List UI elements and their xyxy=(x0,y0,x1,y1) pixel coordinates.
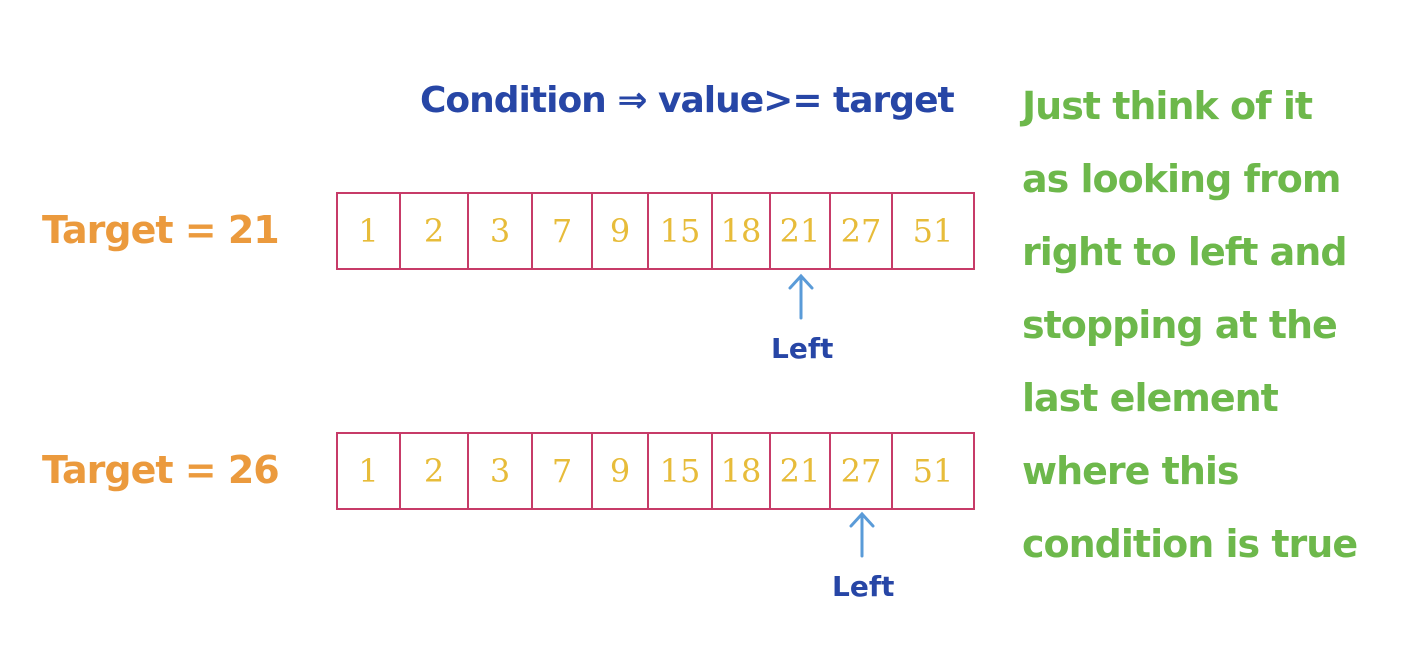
array-cell: 3 xyxy=(469,434,533,508)
target-label-2: Target = 26 xyxy=(42,448,280,492)
array-cell: 21 xyxy=(771,194,831,268)
note-line: Just think of it xyxy=(1022,84,1313,128)
array-cell: 51 xyxy=(912,452,954,490)
note-line: where this xyxy=(1022,449,1240,493)
array-cell: 9 xyxy=(593,434,649,508)
array-cell: 2 xyxy=(401,434,469,508)
array-cell: 21 xyxy=(771,434,831,508)
up-arrow-icon xyxy=(849,511,875,558)
array-2: 1 2 3 7 9 15 18 21 27 51 xyxy=(336,432,975,510)
explanation-note: Just think of it as looking from right to … xyxy=(1022,70,1358,581)
pointer-label: Left xyxy=(771,332,834,365)
array-cell: 1 xyxy=(338,194,401,268)
note-line: right to left and xyxy=(1022,230,1348,274)
array-1: 1 2 3 7 9 15 18 21 27 51 xyxy=(336,192,975,270)
up-arrow-icon xyxy=(788,273,814,320)
array-cell: 2 xyxy=(401,194,469,268)
array-cell: 18 xyxy=(713,434,771,508)
left-pointer-1: Left xyxy=(771,272,834,365)
array-cell: 27 xyxy=(831,194,893,268)
target-label-1: Target = 21 xyxy=(42,208,280,252)
array-cell: 1 xyxy=(338,434,401,508)
array-cell: 9 xyxy=(593,194,649,268)
array-cell: 15 xyxy=(649,194,713,268)
note-line: as looking from xyxy=(1022,157,1341,201)
note-line: condition is true xyxy=(1022,522,1358,566)
array-cell: 18 xyxy=(713,194,771,268)
note-line: stopping at the xyxy=(1022,303,1338,347)
array-cell: 3 xyxy=(469,194,533,268)
condition-title: Condition ⇒ value>= target xyxy=(420,80,955,121)
array-cell: 15 xyxy=(649,434,713,508)
left-pointer-2: Left xyxy=(832,510,895,603)
array-cell: 27 xyxy=(831,434,893,508)
array-cell: 7 xyxy=(533,434,593,508)
array-cell: 7 xyxy=(533,194,593,268)
array-cell: 51 xyxy=(912,212,954,250)
note-line: last element xyxy=(1022,376,1279,420)
pointer-label: Left xyxy=(832,570,895,603)
